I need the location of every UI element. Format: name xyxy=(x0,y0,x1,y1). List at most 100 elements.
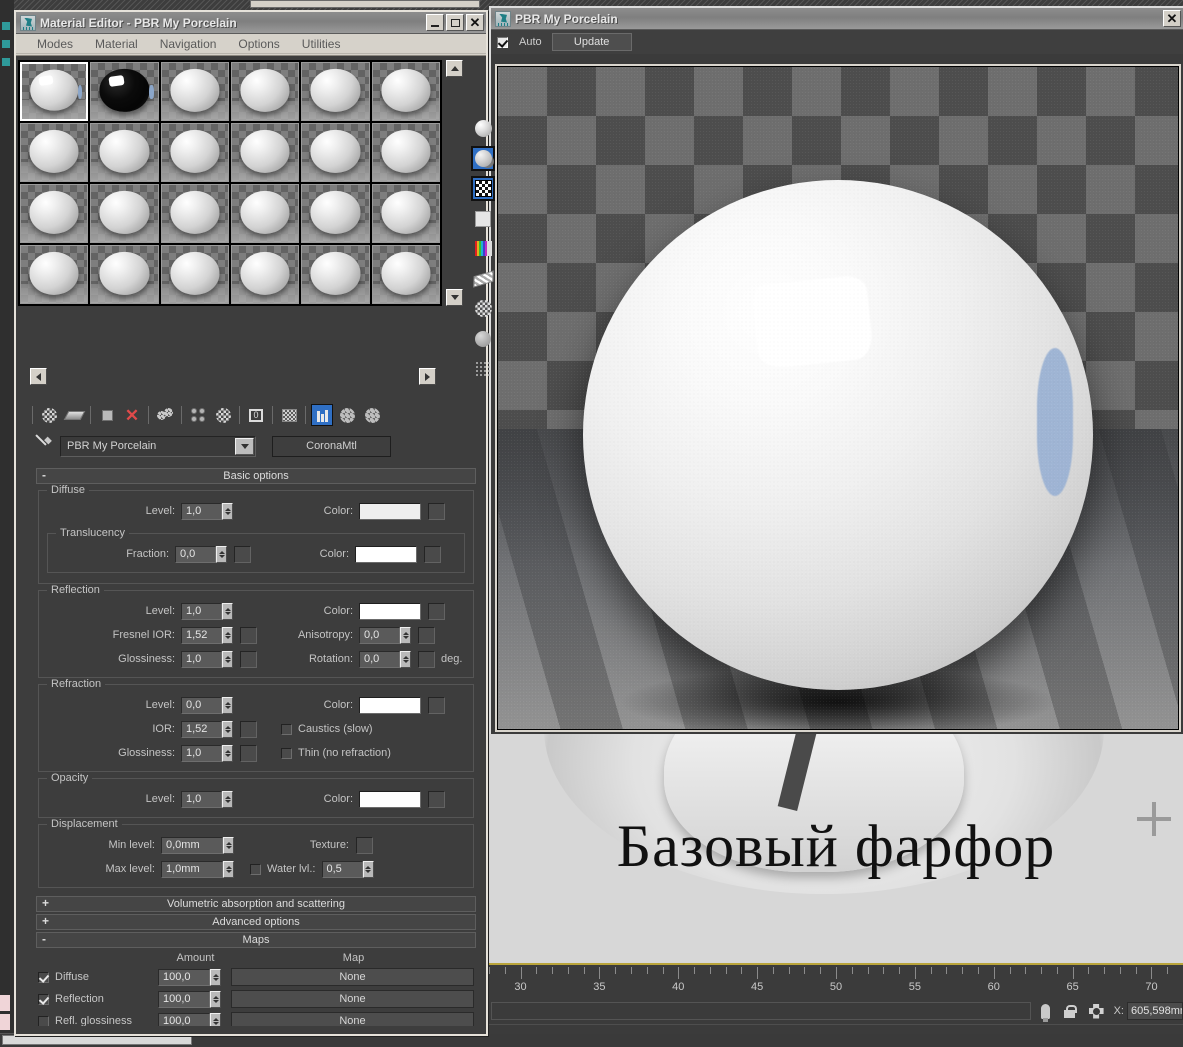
material-slot-24[interactable] xyxy=(372,245,440,304)
rotation-stepper[interactable]: 0,0 xyxy=(359,651,411,668)
spinner-arrows[interactable] xyxy=(222,603,233,620)
close-icon[interactable]: ✕ xyxy=(466,14,484,31)
make-material-copy-icon[interactable] xyxy=(154,404,176,426)
sample-uv-tiling-icon[interactable] xyxy=(471,206,495,231)
slot-scrollbar[interactable] xyxy=(446,60,463,306)
reflection-glossiness-value[interactable]: 1,0 xyxy=(181,651,222,668)
maximize-icon[interactable] xyxy=(446,14,464,31)
render-preview-titlebar[interactable]: PBR My Porcelain ✕ xyxy=(491,8,1183,30)
spinner-arrows[interactable] xyxy=(223,861,234,878)
show-end-result-icon[interactable] xyxy=(311,404,333,426)
material-slot-23[interactable] xyxy=(301,245,369,304)
translucency-fraction-map-slot[interactable] xyxy=(234,546,251,563)
spinner-arrows[interactable] xyxy=(210,969,221,986)
fresnel-ior-value[interactable]: 1,52 xyxy=(181,627,222,644)
reflection-color-map-slot[interactable] xyxy=(428,603,445,620)
map-slot-button[interactable]: None xyxy=(231,968,474,986)
auto-checkbox[interactable] xyxy=(497,37,508,48)
anisotropy-map-slot[interactable] xyxy=(418,627,435,644)
background-checker-icon[interactable] xyxy=(471,176,495,201)
reflection-level-stepper[interactable]: 1,0 xyxy=(181,603,233,620)
reflection-level-value[interactable]: 1,0 xyxy=(181,603,222,620)
map-amount-stepper[interactable]: 100,0 xyxy=(158,991,221,1008)
map-slot-button[interactable]: None xyxy=(231,990,474,1008)
x-coordinate-field[interactable]: 605,598mm xyxy=(1127,1002,1183,1020)
sample-type-sphere-icon[interactable] xyxy=(471,116,495,141)
lock-icon[interactable] xyxy=(1064,1005,1075,1018)
map-enable-checkbox[interactable] xyxy=(38,994,49,1005)
map-enable-checkbox[interactable] xyxy=(38,972,49,983)
backlight-icon[interactable] xyxy=(471,146,495,171)
rollout-basic-options[interactable]: - Basic options xyxy=(36,468,476,484)
reset-map-icon[interactable]: ✕ xyxy=(121,404,143,426)
update-button[interactable]: Update xyxy=(552,33,632,51)
material-slot-8[interactable] xyxy=(90,123,158,182)
material-slot-6[interactable] xyxy=(372,62,440,121)
close-icon[interactable]: ✕ xyxy=(1163,10,1181,27)
refraction-ior-value[interactable]: 1,52 xyxy=(181,721,222,738)
slot-scroll-right-button[interactable] xyxy=(419,368,436,385)
displacement-max-stepper[interactable]: 1,0mm xyxy=(161,861,234,878)
opacity-level-value[interactable]: 1,0 xyxy=(181,791,222,808)
opacity-color-swatch[interactable] xyxy=(359,791,421,808)
thin-checkbox-row[interactable]: Thin (no refraction) xyxy=(281,747,391,759)
refraction-color-swatch[interactable] xyxy=(359,697,421,714)
background-horizontal-scrollbar[interactable] xyxy=(2,1035,192,1045)
menu-item-navigation[interactable]: Navigation xyxy=(149,36,228,52)
menu-item-modes[interactable]: Modes xyxy=(26,36,84,52)
key-light-icon[interactable] xyxy=(1041,1004,1050,1019)
material-id-channel-icon[interactable] xyxy=(471,356,495,381)
material-slot-20[interactable] xyxy=(90,245,158,304)
spinner-arrows[interactable] xyxy=(222,697,233,714)
go-forward-to-sibling-icon[interactable] xyxy=(361,404,383,426)
material-slot-3[interactable] xyxy=(161,62,229,121)
water-level-value[interactable]: 0,5 xyxy=(322,861,363,878)
make-preview-icon[interactable] xyxy=(471,266,495,291)
material-slot-22[interactable] xyxy=(231,245,299,304)
material-name-field[interactable]: PBR My Porcelain xyxy=(60,436,256,457)
material-slot-18[interactable] xyxy=(372,184,440,243)
spinner-arrows[interactable] xyxy=(222,651,233,668)
rollout-advanced-options[interactable]: + Advanced options xyxy=(36,914,476,930)
map-amount-stepper[interactable]: 100,0 xyxy=(158,969,221,986)
menu-item-utilities[interactable]: Utilities xyxy=(291,36,352,52)
slot-scroll-down-button[interactable] xyxy=(446,289,463,306)
refraction-level-stepper[interactable]: 0,0 xyxy=(181,697,233,714)
spinner-arrows[interactable] xyxy=(216,546,227,563)
opacity-color-map-slot[interactable] xyxy=(428,791,445,808)
put-material-to-scene-icon[interactable] xyxy=(63,404,85,426)
refraction-ior-map-slot[interactable] xyxy=(240,721,257,738)
refraction-glossiness-map-slot[interactable] xyxy=(240,745,257,762)
get-material-icon[interactable] xyxy=(38,404,60,426)
material-slot-9[interactable] xyxy=(161,123,229,182)
refraction-glossiness-stepper[interactable]: 1,0 xyxy=(181,745,233,762)
material-slot-10[interactable] xyxy=(231,123,299,182)
rollout-volumetric-absorption[interactable]: + Volumetric absorption and scattering xyxy=(36,896,476,912)
material-type-button[interactable]: CoronaMtl xyxy=(272,436,391,457)
spinner-arrows[interactable] xyxy=(210,991,221,1008)
map-amount-value[interactable]: 100,0 xyxy=(158,991,210,1008)
map-slot-button[interactable]: None xyxy=(231,1012,474,1026)
rollout-maps[interactable]: - Maps xyxy=(36,932,476,948)
material-slot-19[interactable] xyxy=(20,245,88,304)
map-enable-checkbox[interactable] xyxy=(38,1016,49,1027)
refraction-glossiness-value[interactable]: 1,0 xyxy=(181,745,222,762)
spinner-arrows[interactable] xyxy=(222,503,233,520)
timeline-ruler[interactable]: 303540455055606570 xyxy=(489,965,1183,998)
spinner-arrows[interactable] xyxy=(363,861,374,878)
translucency-fraction-stepper[interactable]: 0,0 xyxy=(175,546,227,563)
translucency-color-map-slot[interactable] xyxy=(424,546,441,563)
material-slot-5[interactable] xyxy=(301,62,369,121)
material-slot-14[interactable] xyxy=(90,184,158,243)
material-slot-15[interactable] xyxy=(161,184,229,243)
make-unique-icon[interactable] xyxy=(187,404,209,426)
spinner-arrows[interactable] xyxy=(400,651,411,668)
water-level-checkbox[interactable] xyxy=(250,864,261,875)
options-icon[interactable] xyxy=(471,296,495,321)
material-slot-7[interactable] xyxy=(20,123,88,182)
translucency-color-swatch[interactable] xyxy=(355,546,417,563)
fresnel-ior-stepper[interactable]: 1,52 xyxy=(181,627,233,644)
render-preview-canvas[interactable] xyxy=(495,64,1181,732)
opacity-level-stepper[interactable]: 1,0 xyxy=(181,791,233,808)
spinner-arrows[interactable] xyxy=(210,1013,221,1027)
